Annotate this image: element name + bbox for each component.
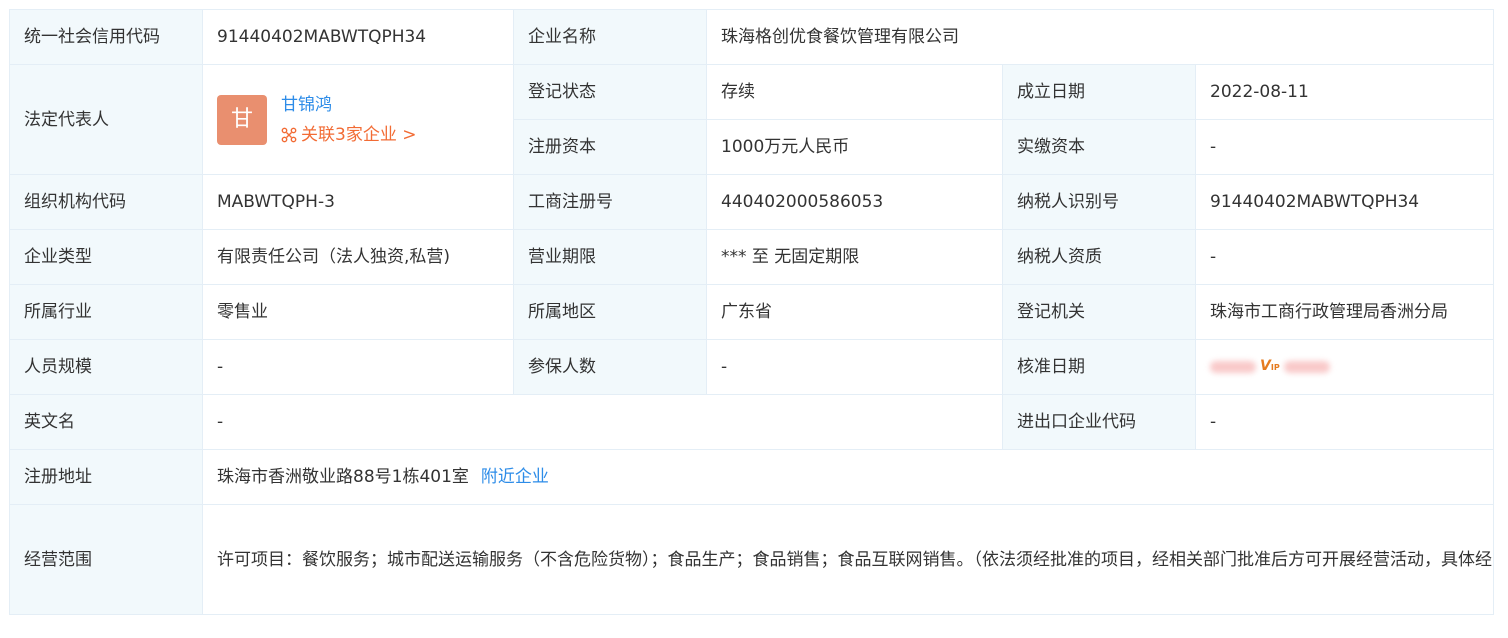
vip-sub: IP xyxy=(1270,363,1280,372)
row-reg-address: 注册地址 珠海市香洲敬业路88号1栋401室 附近企业 xyxy=(9,449,1494,505)
english-name-value: - xyxy=(202,394,1003,450)
approval-date-value[interactable]: VIP xyxy=(1195,339,1494,395)
taxpayer-id-label: 纳税人识别号 xyxy=(1002,174,1196,230)
credit-code-value: 91440402MABWTQPH34 xyxy=(202,9,514,65)
staff-size-label: 人员规模 xyxy=(9,339,203,395)
row-credit-code: 统一社会信用代码 91440402MABWTQPH34 企业名称 珠海格创优食餐… xyxy=(9,9,1494,65)
taxpayer-id-value: 91440402MABWTQPH34 xyxy=(1195,174,1494,230)
staff-size-value: - xyxy=(202,339,514,395)
blurred-value xyxy=(1210,361,1256,373)
insured-count-label: 参保人数 xyxy=(513,339,707,395)
reg-status-value: 存续 xyxy=(706,64,1003,120)
biz-scope-value: 许可项目：餐饮服务；城市配送运输服务（不含危险货物）；食品生产；食品销售；食品互… xyxy=(202,504,1494,615)
biz-term-label: 营业期限 xyxy=(513,229,707,285)
company-name-value: 珠海格创优食餐饮管理有限公司 xyxy=(706,9,1494,65)
row-company-type: 企业类型 有限责任公司（法人独资,私营) 营业期限 *** 至 无固定期限 纳税… xyxy=(9,229,1494,285)
blurred-value-2 xyxy=(1283,361,1330,373)
nearby-companies-link[interactable]: 附近企业 xyxy=(481,467,549,487)
legal-rep-name-link[interactable]: 甘锦鸿 xyxy=(281,90,416,120)
biz-reg-no-label: 工商注册号 xyxy=(513,174,707,230)
row-staff-size: 人员规模 - 参保人数 - 核准日期 VIP xyxy=(9,339,1494,395)
est-date-label: 成立日期 xyxy=(1002,64,1196,120)
row-org-code: 组织机构代码 MABWTQPH-3 工商注册号 440402000586053 … xyxy=(9,174,1494,230)
legal-rep: 甘 甘锦鸿 关联3家企业 > xyxy=(217,90,499,150)
company-info-table: 统一社会信用代码 91440402MABWTQPH34 企业名称 珠海格创优食餐… xyxy=(9,9,1494,615)
industry-label: 所属行业 xyxy=(9,284,203,340)
org-code-label: 组织机构代码 xyxy=(9,174,203,230)
region-value: 广东省 xyxy=(706,284,1003,340)
approval-date-label: 核准日期 xyxy=(1002,339,1196,395)
legal-rep-label: 法定代表人 xyxy=(9,64,203,175)
relation-graph-icon xyxy=(281,127,297,142)
biz-reg-no-value: 440402000586053 xyxy=(706,174,1003,230)
import-export-label: 进出口企业代码 xyxy=(1002,394,1196,450)
est-date-value: 2022-08-11 xyxy=(1195,64,1494,120)
biz-scope-label: 经营范围 xyxy=(9,504,203,615)
industry-value: 零售业 xyxy=(202,284,514,340)
insured-count-value: - xyxy=(706,339,1003,395)
taxpayer-qual-label: 纳税人资质 xyxy=(1002,229,1196,285)
region-label: 所属地区 xyxy=(513,284,707,340)
reg-authority-value: 珠海市工商行政管理局香洲分局 xyxy=(1195,284,1494,340)
reg-address-label: 注册地址 xyxy=(9,449,203,505)
vip-locked-value[interactable]: VIP xyxy=(1210,352,1330,382)
legal-rep-info: 甘锦鸿 关联3家企业 > xyxy=(281,90,416,150)
taxpayer-qual-value: - xyxy=(1195,229,1494,285)
reg-capital-label: 注册资本 xyxy=(513,119,707,175)
org-code-value: MABWTQPH-3 xyxy=(202,174,514,230)
reg-authority-label: 登记机关 xyxy=(1002,284,1196,340)
related-companies-text: 关联3家企业 > xyxy=(301,124,417,145)
row-reg-status: 法定代表人 甘 甘锦鸿 关联3家企业 > 登记状态 存续 成立日期 2022-0… xyxy=(9,64,1494,175)
reg-capital-value: 1000万元人民币 xyxy=(706,119,1003,175)
reg-address-cell: 珠海市香洲敬业路88号1栋401室 附近企业 xyxy=(202,449,1494,505)
row-english-name: 英文名 - 进出口企业代码 - xyxy=(9,394,1494,450)
import-export-value: - xyxy=(1195,394,1494,450)
company-name-label: 企业名称 xyxy=(513,9,707,65)
vip-icon: VIP xyxy=(1260,352,1280,382)
avatar[interactable]: 甘 xyxy=(217,94,267,145)
credit-code-label: 统一社会信用代码 xyxy=(9,9,203,65)
biz-term-value: *** 至 无固定期限 xyxy=(706,229,1003,285)
paid-capital-value: - xyxy=(1195,119,1494,175)
english-name-label: 英文名 xyxy=(9,394,203,450)
row-industry: 所属行业 零售业 所属地区 广东省 登记机关 珠海市工商行政管理局香洲分局 xyxy=(9,284,1494,340)
reg-status-label: 登记状态 xyxy=(513,64,707,120)
paid-capital-label: 实缴资本 xyxy=(1002,119,1196,175)
vip-letter: V xyxy=(1260,358,1271,374)
reg-address-value: 珠海市香洲敬业路88号1栋401室 xyxy=(217,467,469,487)
legal-rep-cell: 甘 甘锦鸿 关联3家企业 > xyxy=(202,64,514,175)
company-type-label: 企业类型 xyxy=(9,229,203,285)
company-type-value: 有限责任公司（法人独资,私营) xyxy=(202,229,514,285)
row-biz-scope: 经营范围 许可项目：餐饮服务；城市配送运输服务（不含危险货物）；食品生产；食品销… xyxy=(9,504,1494,615)
related-companies-link[interactable]: 关联3家企业 > xyxy=(281,120,416,150)
